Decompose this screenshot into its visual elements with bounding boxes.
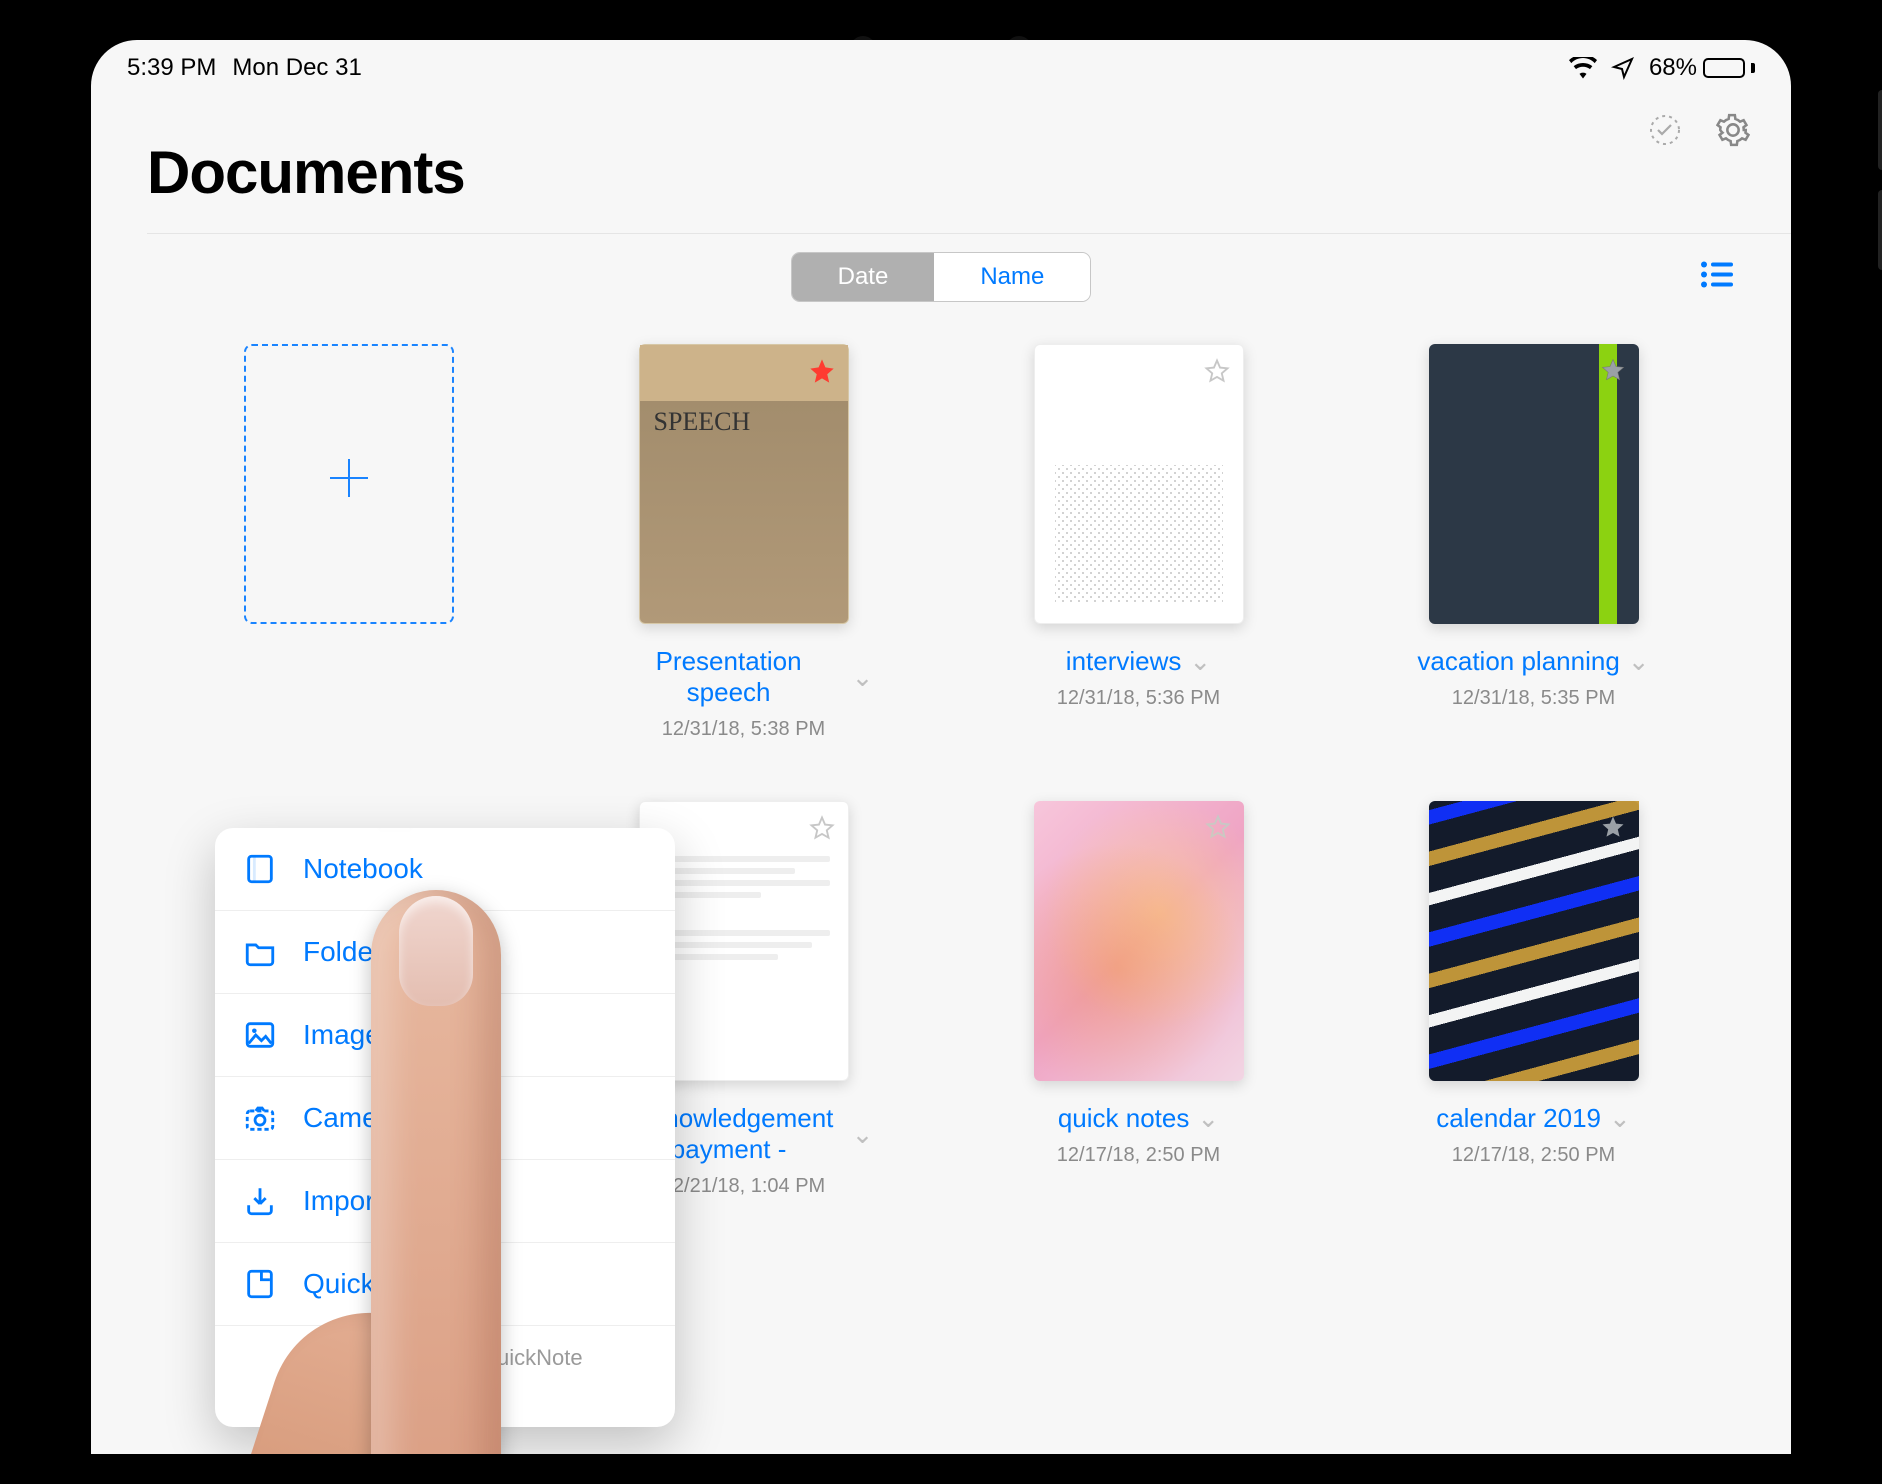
settings-button[interactable] — [1715, 112, 1751, 148]
document-title-row[interactable]: vacation planning ⌄ — [1417, 646, 1649, 677]
document-date: 12/21/18, 1:04 PM — [662, 1175, 825, 1198]
document-title-row[interactable]: calendar 2019 ⌄ — [1436, 1103, 1631, 1134]
document-thumb[interactable] — [1429, 344, 1639, 624]
popover-item-label: QuickNote — [303, 1268, 434, 1300]
location-icon — [1611, 56, 1635, 80]
popover-item-label: Import — [303, 1185, 382, 1217]
document-title-row[interactable]: Presentation speech ⌄ — [614, 646, 874, 708]
star-icon[interactable] — [1203, 357, 1231, 385]
star-icon[interactable] — [808, 357, 836, 385]
popover-partial-time: 4:5 — [241, 1378, 649, 1401]
chevron-down-icon: ⌄ — [1189, 646, 1211, 677]
chevron-down-icon: ⌄ — [1628, 646, 1650, 677]
popover-item-import[interactable]: Import — [215, 1160, 675, 1243]
sort-date-button[interactable]: Date — [792, 253, 935, 301]
document-date: 12/31/18, 5:36 PM — [1057, 687, 1220, 710]
document-title: interviews — [1066, 646, 1182, 677]
document-thumb[interactable] — [1034, 801, 1244, 1081]
star-icon[interactable] — [808, 814, 836, 842]
document-title: calendar 2019 — [1436, 1103, 1601, 1134]
hardware-volume-down — [1878, 190, 1882, 270]
star-icon[interactable] — [1599, 356, 1627, 384]
create-popover: Notebook Folder Image Camera Import — [215, 828, 675, 1427]
notebook-icon — [241, 850, 279, 888]
popover-item-notebook[interactable]: Notebook — [215, 828, 675, 911]
document-title: vacation planning — [1417, 646, 1619, 677]
popover-item-camera[interactable]: Camera — [215, 1077, 675, 1160]
chevron-down-icon: ⌄ — [852, 662, 874, 693]
plus-icon — [326, 455, 372, 513]
chevron-down-icon: ⌄ — [1197, 1103, 1219, 1134]
document-date: 12/17/18, 2:50 PM — [1057, 1144, 1220, 1167]
star-icon[interactable] — [1204, 813, 1232, 841]
popover-hint: Double tap ＋ for QuickNote 4:5 — [215, 1326, 675, 1427]
document-date: 12/31/18, 5:38 PM — [662, 718, 825, 741]
create-new-button[interactable] — [244, 344, 454, 624]
document-thumb[interactable] — [1034, 344, 1244, 624]
wifi-icon — [1569, 57, 1597, 79]
popover-item-image[interactable]: Image — [215, 994, 675, 1077]
document-title-row[interactable]: quick notes ⌄ — [1058, 1103, 1219, 1134]
chevron-down-icon: ⌄ — [1609, 1103, 1631, 1134]
sort-name-button[interactable]: Name — [934, 253, 1090, 301]
camera-icon — [241, 1099, 279, 1137]
cover-label: SPEECH — [640, 401, 848, 443]
document-thumb[interactable]: SPEECH — [639, 344, 849, 624]
import-icon — [241, 1182, 279, 1220]
status-bar: 5:39 PM Mon Dec 31 68% — [91, 40, 1791, 88]
status-date: Mon Dec 31 — [232, 54, 361, 82]
document-date: 12/31/18, 5:35 PM — [1452, 687, 1615, 710]
hardware-volume-up — [1878, 90, 1882, 170]
image-icon — [241, 1016, 279, 1054]
page-header: Documents — [91, 88, 1791, 207]
battery-icon — [1703, 58, 1745, 78]
popover-item-label: Notebook — [303, 853, 423, 885]
battery-pct: 68% — [1649, 54, 1697, 82]
status-time: 5:39 PM — [127, 54, 216, 82]
document-title: quick notes — [1058, 1103, 1190, 1134]
star-icon[interactable] — [1599, 813, 1627, 841]
list-view-toggle[interactable] — [1699, 260, 1735, 295]
popover-item-label: Folder — [303, 936, 382, 968]
page-title: Documents — [147, 138, 1735, 207]
popover-item-label: Camera — [303, 1102, 403, 1134]
select-button[interactable] — [1647, 112, 1683, 148]
quicknote-icon — [241, 1265, 279, 1303]
document-thumb[interactable] — [1429, 801, 1639, 1081]
sort-segmented-control: Date Name — [791, 252, 1092, 302]
popover-item-folder[interactable]: Folder — [215, 911, 675, 994]
document-title-row[interactable]: interviews ⌄ — [1066, 646, 1211, 677]
document-date: 12/17/18, 2:50 PM — [1452, 1144, 1615, 1167]
folder-icon — [241, 933, 279, 971]
battery-indicator: 68% — [1649, 54, 1755, 82]
popover-item-quicknote[interactable]: QuickNote — [215, 1243, 675, 1326]
popover-item-label: Image — [303, 1019, 381, 1051]
document-title: Presentation speech — [614, 646, 844, 708]
chevron-down-icon: ⌄ — [852, 1119, 874, 1150]
screen: 5:39 PM Mon Dec 31 68% — [91, 40, 1791, 1454]
